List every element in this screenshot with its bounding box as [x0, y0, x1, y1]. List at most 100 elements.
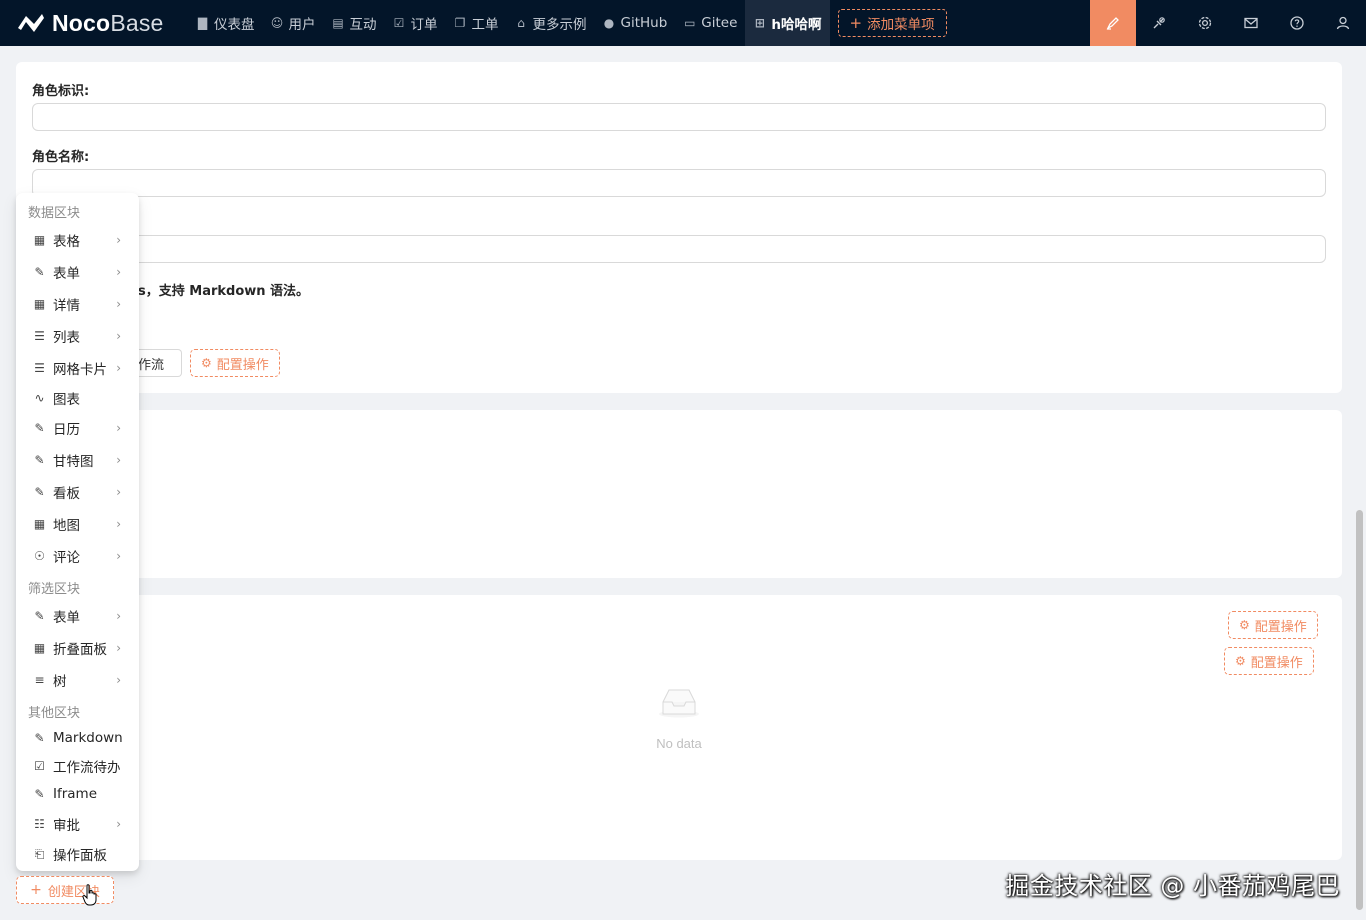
gear-icon: ⚙ — [1235, 654, 1246, 668]
menu-item[interactable]: ∿ 图表 — [16, 384, 139, 412]
menu-item-label: 树 — [53, 674, 67, 690]
menu-item[interactable]: ✎ 看板 › — [16, 478, 139, 506]
role-name-input[interactable] — [32, 169, 1326, 197]
form-icon: ✎ — [34, 265, 45, 279]
role-id-label: 角色标识: — [32, 84, 90, 99]
markdown-help-text: s，支持 Markdown 语法。 — [138, 284, 310, 299]
menu-item[interactable]: ✎ 日历 › — [16, 414, 139, 442]
laptop-icon: ▭ — [684, 16, 696, 30]
empty-block-card — [16, 410, 1342, 578]
menu-item[interactable]: ▦ 地图 › — [16, 510, 139, 538]
nav-item-label: 工单 — [471, 17, 499, 33]
menu-item[interactable]: ☉ 评论 › — [16, 542, 139, 570]
menu-group-title: 其他区块 — [28, 706, 81, 721]
nav-item-label: 互动 — [349, 17, 377, 33]
appstore-icon: ⊞ — [754, 16, 765, 30]
chevron-right-icon: › — [116, 361, 121, 375]
menu-item[interactable]: ▦ 表格 › — [16, 226, 139, 254]
menu-item-label: 图表 — [53, 392, 80, 408]
gear-icon: ⚙ — [201, 356, 212, 370]
config-actions-button[interactable]: ⚙ 配置操作 — [190, 349, 280, 377]
help-button[interactable] — [1274, 0, 1320, 46]
header-actions — [1090, 0, 1366, 46]
ui-editor-toggle[interactable] — [1090, 0, 1136, 46]
menu-item-label: 折叠面板 — [53, 642, 107, 658]
nav-item-7[interactable]: ▭ Gitee — [675, 0, 745, 46]
gear-icon — [1198, 16, 1212, 30]
menu-item[interactable]: ⎗ 操作面板 — [16, 840, 139, 868]
menu-item-label: 评论 — [53, 550, 80, 566]
settings-button[interactable] — [1182, 0, 1228, 46]
page-scrollbar[interactable] — [1356, 510, 1363, 910]
form-icon: ✎ — [34, 421, 45, 435]
hand-pointer-icon — [82, 884, 97, 906]
nav-item-6[interactable]: ● GitHub — [595, 0, 676, 46]
user-menu-button[interactable] — [1320, 0, 1366, 46]
form-icon: ✎ — [34, 731, 45, 745]
check-square-icon: ☑ — [393, 16, 405, 30]
plugin-manager-button[interactable] — [1136, 0, 1182, 46]
menu-item[interactable]: ✎ 表单 › — [16, 258, 139, 286]
menu-item[interactable]: ☑ 工作流待办 — [16, 752, 139, 780]
menu-item-label: 甘特图 — [53, 454, 94, 470]
menu-item[interactable]: ✎ Iframe — [16, 780, 139, 808]
nav-item-5[interactable]: ⌂ 更多示例 — [507, 0, 595, 46]
plus-icon: + — [30, 882, 42, 898]
menu-item[interactable]: ≡ 树 › — [16, 666, 139, 694]
nav-item-label: h哈哈啊 — [771, 17, 822, 33]
question-icon — [1290, 16, 1304, 30]
chevron-right-icon: › — [116, 297, 121, 311]
mail-button[interactable] — [1228, 0, 1274, 46]
form-icon: ✎ — [34, 453, 45, 467]
form-icon: ✎ — [34, 609, 45, 623]
api-icon — [1153, 17, 1165, 29]
nav-item-4[interactable]: ❐ 工单 — [446, 0, 507, 46]
menu-icon: ≡ — [34, 673, 45, 687]
nav-item-1[interactable]: ☺ 用户 — [263, 0, 324, 46]
user-icon — [1336, 16, 1350, 30]
table-icon: ▦ — [33, 641, 46, 655]
menu-item[interactable]: ▦ 详情 › — [16, 290, 139, 318]
watermark: 掘金技术社区 @ 小番茄鸡尾巴 — [1005, 872, 1340, 900]
chevron-right-icon: › — [116, 673, 121, 687]
chevron-right-icon: › — [116, 233, 121, 247]
nav-item-2[interactable]: ▤ 互动 — [324, 0, 385, 46]
form-icon: ✎ — [34, 787, 45, 801]
role-id-input[interactable] — [32, 103, 1326, 131]
menu-item[interactable]: ☰ 列表 › — [16, 322, 139, 350]
menu-item-label: 日历 — [53, 422, 80, 438]
menu-item[interactable]: ✎ 表单 › — [16, 602, 139, 630]
table-config-actions-button[interactable]: ⚙ 配置操作 — [1228, 611, 1318, 639]
nav-item-label: Gitee — [701, 15, 738, 31]
menu-item[interactable]: ☷ 审批 › — [16, 810, 139, 838]
nav-item-0[interactable]: ▇ 仪表盘 — [188, 0, 263, 46]
check-square-icon: ☑ — [34, 759, 45, 773]
menu-item[interactable]: ▦ 折叠面板 › — [16, 634, 139, 662]
bar-chart-icon: ▇ — [197, 16, 208, 30]
add-menu-item-button[interactable]: + 添加菜单项 — [837, 9, 947, 37]
menu-item-label: 地图 — [53, 518, 80, 534]
menu-item[interactable]: ✎ 甘特图 › — [16, 446, 139, 474]
menu-item[interactable]: ☰ 网格卡片 › — [16, 354, 139, 382]
nav-item-3[interactable]: ☑ 订单 — [385, 0, 446, 46]
row-config-actions-button[interactable]: ⚙ 配置操作 — [1224, 647, 1314, 675]
nocobase-logo[interactable]: NocoBase — [16, 0, 188, 46]
comment-icon: ☉ — [34, 549, 45, 563]
table-icon: ▦ — [33, 297, 46, 311]
menu-item-label: 审批 — [53, 818, 80, 834]
main-menu: ▇ 仪表盘 ☺ 用户 ▤ 互动 ☑ 订单 ❐ 工单 ⌂ 更多示例 ● GitHub ▭ Gitee ⊞ h哈哈啊 — [188, 0, 830, 46]
plus-icon: + — [849, 14, 863, 32]
menu-item-label: 操作面板 — [53, 848, 107, 864]
create-block-button[interactable]: + 创建区块 — [16, 876, 114, 904]
top-nav-bar: NocoBase ▇ 仪表盘 ☺ 用户 ▤ 互动 ☑ 订单 ❐ 工单 ⌂ 更多示例 ● GitHub ▭ Gi… — [0, 0, 1366, 46]
chevron-right-icon: › — [116, 421, 121, 435]
chevron-right-icon: › — [116, 265, 121, 279]
nav-item-8[interactable]: ⊞ h哈哈啊 — [745, 0, 830, 46]
menu-item[interactable]: ✎ Markdown — [16, 724, 139, 752]
chevron-right-icon: › — [116, 817, 121, 831]
description-input[interactable] — [32, 235, 1326, 263]
menu-item-label: 表单 — [53, 610, 80, 626]
menu-item-label: 网格卡片 — [53, 362, 107, 378]
chevron-right-icon: › — [116, 609, 121, 623]
menu-item-label: Markdown — [53, 730, 123, 746]
